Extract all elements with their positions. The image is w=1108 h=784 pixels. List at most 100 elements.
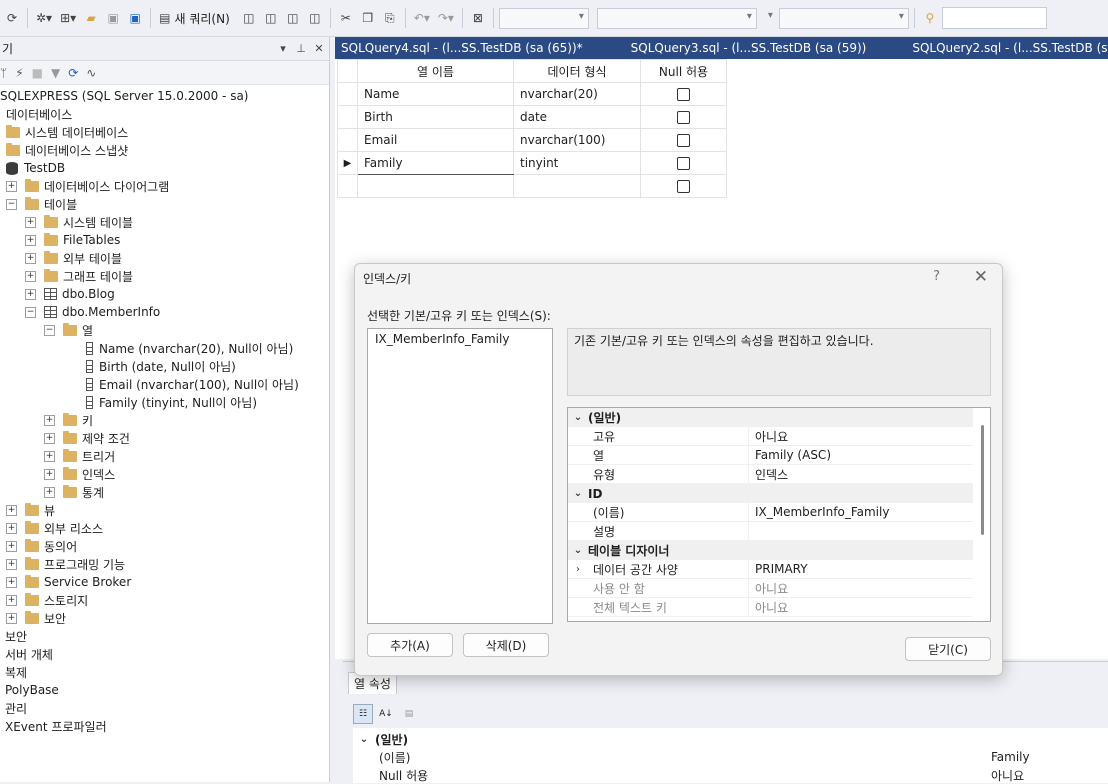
collapse-icon[interactable]: ⌄ [568, 488, 588, 499]
property-row[interactable]: 사용 안 함 아니요 [568, 578, 973, 598]
column-name-cell[interactable]: Family [357, 151, 514, 175]
tree-triggers[interactable]: + 트리거 [44, 447, 115, 465]
property-value[interactable]: Family [991, 750, 1030, 764]
expand-icon[interactable]: + [25, 270, 36, 282]
property-category-table-designer[interactable]: ⌄ 테이블 디자이너 [568, 541, 973, 560]
expand-icon[interactable]: + [6, 594, 17, 606]
close-icon[interactable]: ✕ [311, 42, 327, 55]
new-query-button[interactable]: ▤ 새 쿼리(N) [156, 7, 237, 29]
expand-icon[interactable]: + [44, 450, 55, 462]
allow-nulls-checkbox[interactable] [677, 88, 690, 101]
list-item[interactable]: IX_MemberInfo_Family [368, 329, 552, 349]
add-item-icon[interactable]: ⊞▾ [57, 7, 79, 29]
column-name-cell[interactable]: Name [357, 82, 514, 106]
pin-icon[interactable]: ⊥ [293, 42, 309, 55]
open-file-icon[interactable]: ▰ [81, 7, 101, 29]
cut-icon[interactable]: ✂ [336, 7, 356, 29]
close-icon[interactable]: ✕ [974, 267, 988, 287]
tree-filetables[interactable]: + FileTables [25, 231, 120, 249]
platform-combo[interactable] [596, 7, 757, 29]
property-value[interactable]: PRIMARY [748, 559, 973, 579]
tab-sqlquery3[interactable]: SQLQuery3.sql - (l...SS.TestDB (sa (59)) [625, 41, 907, 55]
collapse-icon[interactable]: − [6, 198, 17, 210]
expand-icon[interactable]: + [25, 216, 36, 228]
new-project-icon[interactable]: ✲▾ [33, 7, 55, 29]
sort-alphabetical-icon[interactable]: A↓ [376, 704, 396, 724]
tree-diagrams[interactable]: + 데이터베이스 다이어그램 [6, 177, 169, 195]
refresh-icon[interactable]: ⟳ [68, 66, 78, 80]
property-value[interactable]: IX_MemberInfo_Family [748, 502, 973, 522]
collapse-icon[interactable]: − [25, 306, 36, 318]
disconnect-icon[interactable]: ⚡ [15, 66, 23, 80]
property-category-id[interactable]: ⌄ ID [568, 484, 973, 503]
tab-sqlquery2[interactable]: SQLQuery2.sql - (l...SS.TestDB (sa (66))… [906, 41, 1108, 55]
tree-db-security[interactable]: + 보안 [6, 609, 66, 627]
xmla-icon[interactable]: ◫ [283, 7, 303, 29]
tree-table-blog[interactable]: + dbo.Blog [25, 285, 115, 303]
tree-service-broker[interactable]: + Service Broker [6, 573, 131, 591]
data-type-cell[interactable]: tinyint [513, 151, 641, 175]
tree-testdb[interactable]: TestDB [6, 159, 65, 177]
save-icon[interactable]: ▣ [103, 7, 123, 29]
allow-nulls-checkbox[interactable] [677, 134, 690, 147]
find-input[interactable] [941, 7, 1047, 29]
tree-columns[interactable]: − 열 [44, 321, 93, 339]
allow-nulls-cell[interactable] [640, 174, 727, 198]
pane-menu-icon[interactable]: ▾ [275, 42, 291, 55]
allow-nulls-cell[interactable] [640, 82, 727, 106]
tree-system-databases[interactable]: 시스템 데이터베이스 [6, 123, 128, 141]
tree-replication[interactable]: 복제 [5, 663, 27, 681]
screenshot-icon[interactable]: ⊠ [468, 7, 488, 29]
allow-nulls-cell[interactable] [640, 105, 727, 129]
column-name-cell[interactable]: Email [357, 128, 514, 152]
tree-views[interactable]: + 뷰 [6, 501, 55, 519]
expand-icon[interactable]: + [6, 612, 17, 624]
row-selector[interactable] [337, 82, 358, 106]
activity-monitor-icon[interactable]: ∿ [86, 66, 96, 80]
tree-server[interactable]: SQLEXPRESS (SQL Server 15.0.2000 - sa) [0, 87, 248, 105]
tree-external-resources[interactable]: + 외부 리소스 [6, 519, 103, 537]
save-all-icon[interactable]: ▣ [125, 7, 145, 29]
property-value[interactable]: 아니요 [748, 578, 973, 598]
expand-icon[interactable]: + [25, 252, 36, 264]
table-row[interactable]: ▶ Family tinyint [337, 151, 727, 175]
expand-icon[interactable]: + [44, 414, 55, 426]
stop-icon[interactable]: ■ [32, 66, 43, 80]
property-row[interactable]: (이름) Family [353, 748, 1108, 766]
row-selector[interactable] [337, 105, 358, 129]
tree-column-family[interactable]: Family (tinyint, Null이 아님) [86, 393, 257, 411]
tree-keys[interactable]: + 키 [44, 411, 93, 429]
find-icon[interactable]: ⚲ [920, 7, 940, 29]
data-type-cell[interactable]: nvarchar(20) [513, 82, 641, 106]
allow-nulls-checkbox[interactable] [677, 111, 690, 124]
property-category-general[interactable]: ⌄ (일반) [568, 408, 973, 427]
solution-config-combo[interactable] [498, 7, 589, 29]
dmx-icon[interactable]: ◫ [261, 7, 281, 29]
property-value[interactable]: 아니요 [991, 767, 1024, 784]
properties-scrollbar[interactable] [981, 425, 984, 535]
tree-graph-tables[interactable]: + 그래프 테이블 [25, 267, 133, 285]
property-row[interactable]: 열 Family (ASC) [568, 445, 973, 465]
property-row[interactable]: 고유 아니요 [568, 426, 973, 446]
allow-nulls-checkbox[interactable] [677, 157, 690, 170]
connect-icon[interactable]: ᛘ [0, 66, 7, 80]
dax-icon[interactable]: ◫ [305, 7, 325, 29]
expand-icon[interactable]: + [6, 540, 17, 552]
tree-column-email[interactable]: Email (nvarchar(100), Null이 아님) [86, 375, 299, 393]
tree-server-objects[interactable]: 서버 개체 [5, 645, 53, 663]
tree-statistics[interactable]: + 통계 [44, 483, 104, 501]
tree-indexes[interactable]: + 인덱스 [44, 465, 115, 483]
column-name-cell[interactable] [357, 174, 514, 198]
allow-nulls-cell[interactable] [640, 151, 727, 175]
tree-constraints[interactable]: + 제약 조건 [44, 429, 130, 447]
collapse-icon[interactable]: ⌄ [568, 412, 588, 423]
help-button[interactable]: ? [933, 269, 940, 284]
collapse-icon[interactable]: − [44, 324, 55, 336]
tree-programmability[interactable]: + 프로그래밍 기능 [6, 555, 125, 573]
toolbar-dropdown[interactable] [759, 8, 777, 29]
property-value[interactable]: 아니요 [748, 426, 973, 446]
tree-external-tables[interactable]: + 외부 테이블 [25, 249, 122, 267]
expand-arrow-icon[interactable]: › [568, 564, 588, 575]
property-row[interactable]: 전체 텍스트 키 아니요 [568, 597, 973, 617]
categorized-icon[interactable]: ☷ [353, 704, 373, 724]
